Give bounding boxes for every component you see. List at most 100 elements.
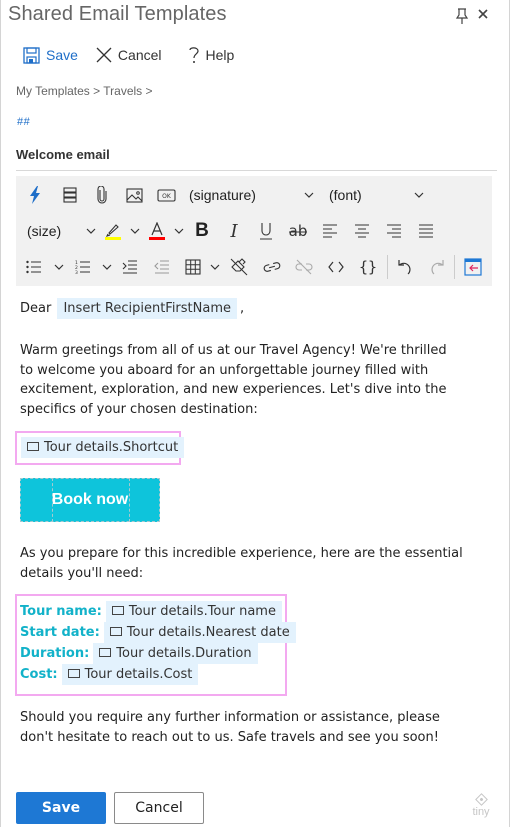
book-now-label: Book now [51,491,129,509]
undo-icon[interactable] [391,252,421,282]
paragraph-format-icon[interactable] [54,180,86,210]
editor-toolbar: OK (signature) (font) (size) B I ab 1 2 … [16,176,492,286]
font-chevron-down-icon[interactable] [412,180,426,210]
detail-row: Start date: Tour details.Nearest date [20,622,296,643]
numbered-list-chevron-down-icon[interactable] [100,252,114,282]
svg-text:3: 3 [75,270,78,274]
save-icon [23,46,40,64]
command-bar: Save Cancel Help [23,44,252,66]
detail-placeholder[interactable]: Tour details.Duration [93,643,258,664]
detail-label: Duration: [20,646,90,661]
link-icon[interactable] [256,252,288,282]
svg-text:ab: ab [289,223,308,239]
strikethrough-icon[interactable]: ab [282,216,314,246]
breadcrumb[interactable]: My Templates > Travels > [16,84,153,98]
size-select[interactable]: (size) [16,216,84,246]
tiny-branding-text: tiny [472,806,490,818]
pin-icon[interactable] [455,8,469,24]
toolbar-row-2: (size) B I ab [16,213,442,249]
prep-paragraph: As you prepare for this incredible exper… [20,546,463,581]
macro-lightning-icon[interactable] [16,180,54,210]
cancel-command-label: Cancel [117,47,162,63]
indent-icon[interactable] [114,252,146,282]
save-command-button[interactable]: Save [23,46,78,64]
insert-button-icon[interactable]: OK [150,180,182,210]
bold-icon[interactable]: B [186,216,218,246]
shared-email-templates-pane: Shared Email Templates Save Cancel Help … [0,0,510,827]
template-name-underline [16,170,497,171]
title-bar: Shared Email Templates [8,3,509,33]
table-icon[interactable] [178,252,208,282]
book-now-button[interactable]: Book now [20,478,160,522]
redo-icon[interactable] [421,252,451,282]
greeting-line: Dear Insert RecipientFirstName, [20,298,490,319]
detail-row: Tour name: Tour details.Tour name [20,601,282,622]
align-right-icon[interactable] [378,216,410,246]
cancel-command-button[interactable]: Cancel [96,47,162,63]
table-chevron-down-icon[interactable] [208,252,222,282]
tiny-branding[interactable]: tiny [469,793,493,818]
signature-select-value: (signature) [189,187,256,203]
recipient-firstname-placeholder[interactable]: Insert RecipientFirstName [57,298,238,319]
tiny-logo-icon [474,793,488,806]
detail-placeholder[interactable]: Tour details.Nearest date [103,622,296,643]
font-select[interactable]: (font) [322,180,412,210]
size-chevron-down-icon[interactable] [84,216,98,246]
unlink-icon[interactable] [288,252,320,282]
template-name[interactable]: Welcome email [16,147,110,162]
help-command-label: Help [205,47,235,63]
braces-icon[interactable]: {} [352,252,384,282]
tour-shortcut-text: Tour details.Shortcut [44,440,179,455]
bullet-list-icon[interactable] [16,252,52,282]
detail-label: Tour name: [20,604,102,619]
detail-label: Start date: [20,625,100,640]
detail-row: Duration: Tour details.Duration [20,643,258,664]
bullet-list-chevron-down-icon[interactable] [52,252,66,282]
macro-box-icon [109,627,122,636]
signature-chevron-down-icon[interactable] [302,180,316,210]
pane-title: Shared Email Templates [8,3,227,25]
italic-icon[interactable]: I [218,216,250,246]
text-color-chevron-down-icon[interactable] [172,216,186,246]
underline-icon[interactable] [250,216,282,246]
attach-icon[interactable] [86,180,118,210]
greeting-comma: , [240,301,245,316]
save-command-label: Save [46,47,78,63]
help-command-button[interactable]: Help [188,45,235,65]
font-select-value: (font) [329,187,362,203]
exit-editor-icon[interactable] [458,252,488,282]
greeting-text: Dear [20,301,52,316]
detail-row: Cost: Tour details.Cost [20,664,199,685]
numbered-list-icon[interactable]: 123 [66,252,100,282]
signature-select[interactable]: (signature) [182,180,302,210]
detail-placeholder[interactable]: Tour details.Cost [61,664,199,685]
intro-paragraph: Warm greetings from all of us at our Tra… [20,343,447,417]
detail-label: Cost: [20,667,58,682]
save-button[interactable]: Save [16,792,106,824]
macro-box-icon [27,442,39,451]
justify-icon[interactable] [410,216,442,246]
clear-formatting-icon[interactable] [222,252,256,282]
tour-shortcut-placeholder[interactable]: Tour details.Shortcut [21,437,185,458]
cancel-icon [96,47,112,63]
highlight-color-icon[interactable] [98,216,128,246]
closing-paragraph: Should you require any further informati… [20,710,440,745]
source-code-icon[interactable] [320,252,352,282]
align-left-icon[interactable] [314,216,346,246]
toolbar-row-1: OK (signature) (font) [16,177,426,213]
highlight-chevron-down-icon[interactable] [128,216,142,246]
hashtags-link[interactable]: ## [17,116,30,128]
macro-box-icon [111,606,124,615]
align-center-icon[interactable] [346,216,378,246]
help-icon [188,47,199,63]
close-icon[interactable] [475,8,491,24]
toolbar-separator [387,255,388,279]
outdent-icon[interactable] [146,252,178,282]
cancel-button[interactable]: Cancel [114,792,204,824]
macro-box-icon [67,669,80,678]
text-color-icon[interactable] [142,216,172,246]
toolbar-separator [454,255,455,279]
svg-text:OK: OK [162,193,172,200]
detail-placeholder[interactable]: Tour details.Tour name [105,601,282,622]
image-icon[interactable] [118,180,150,210]
